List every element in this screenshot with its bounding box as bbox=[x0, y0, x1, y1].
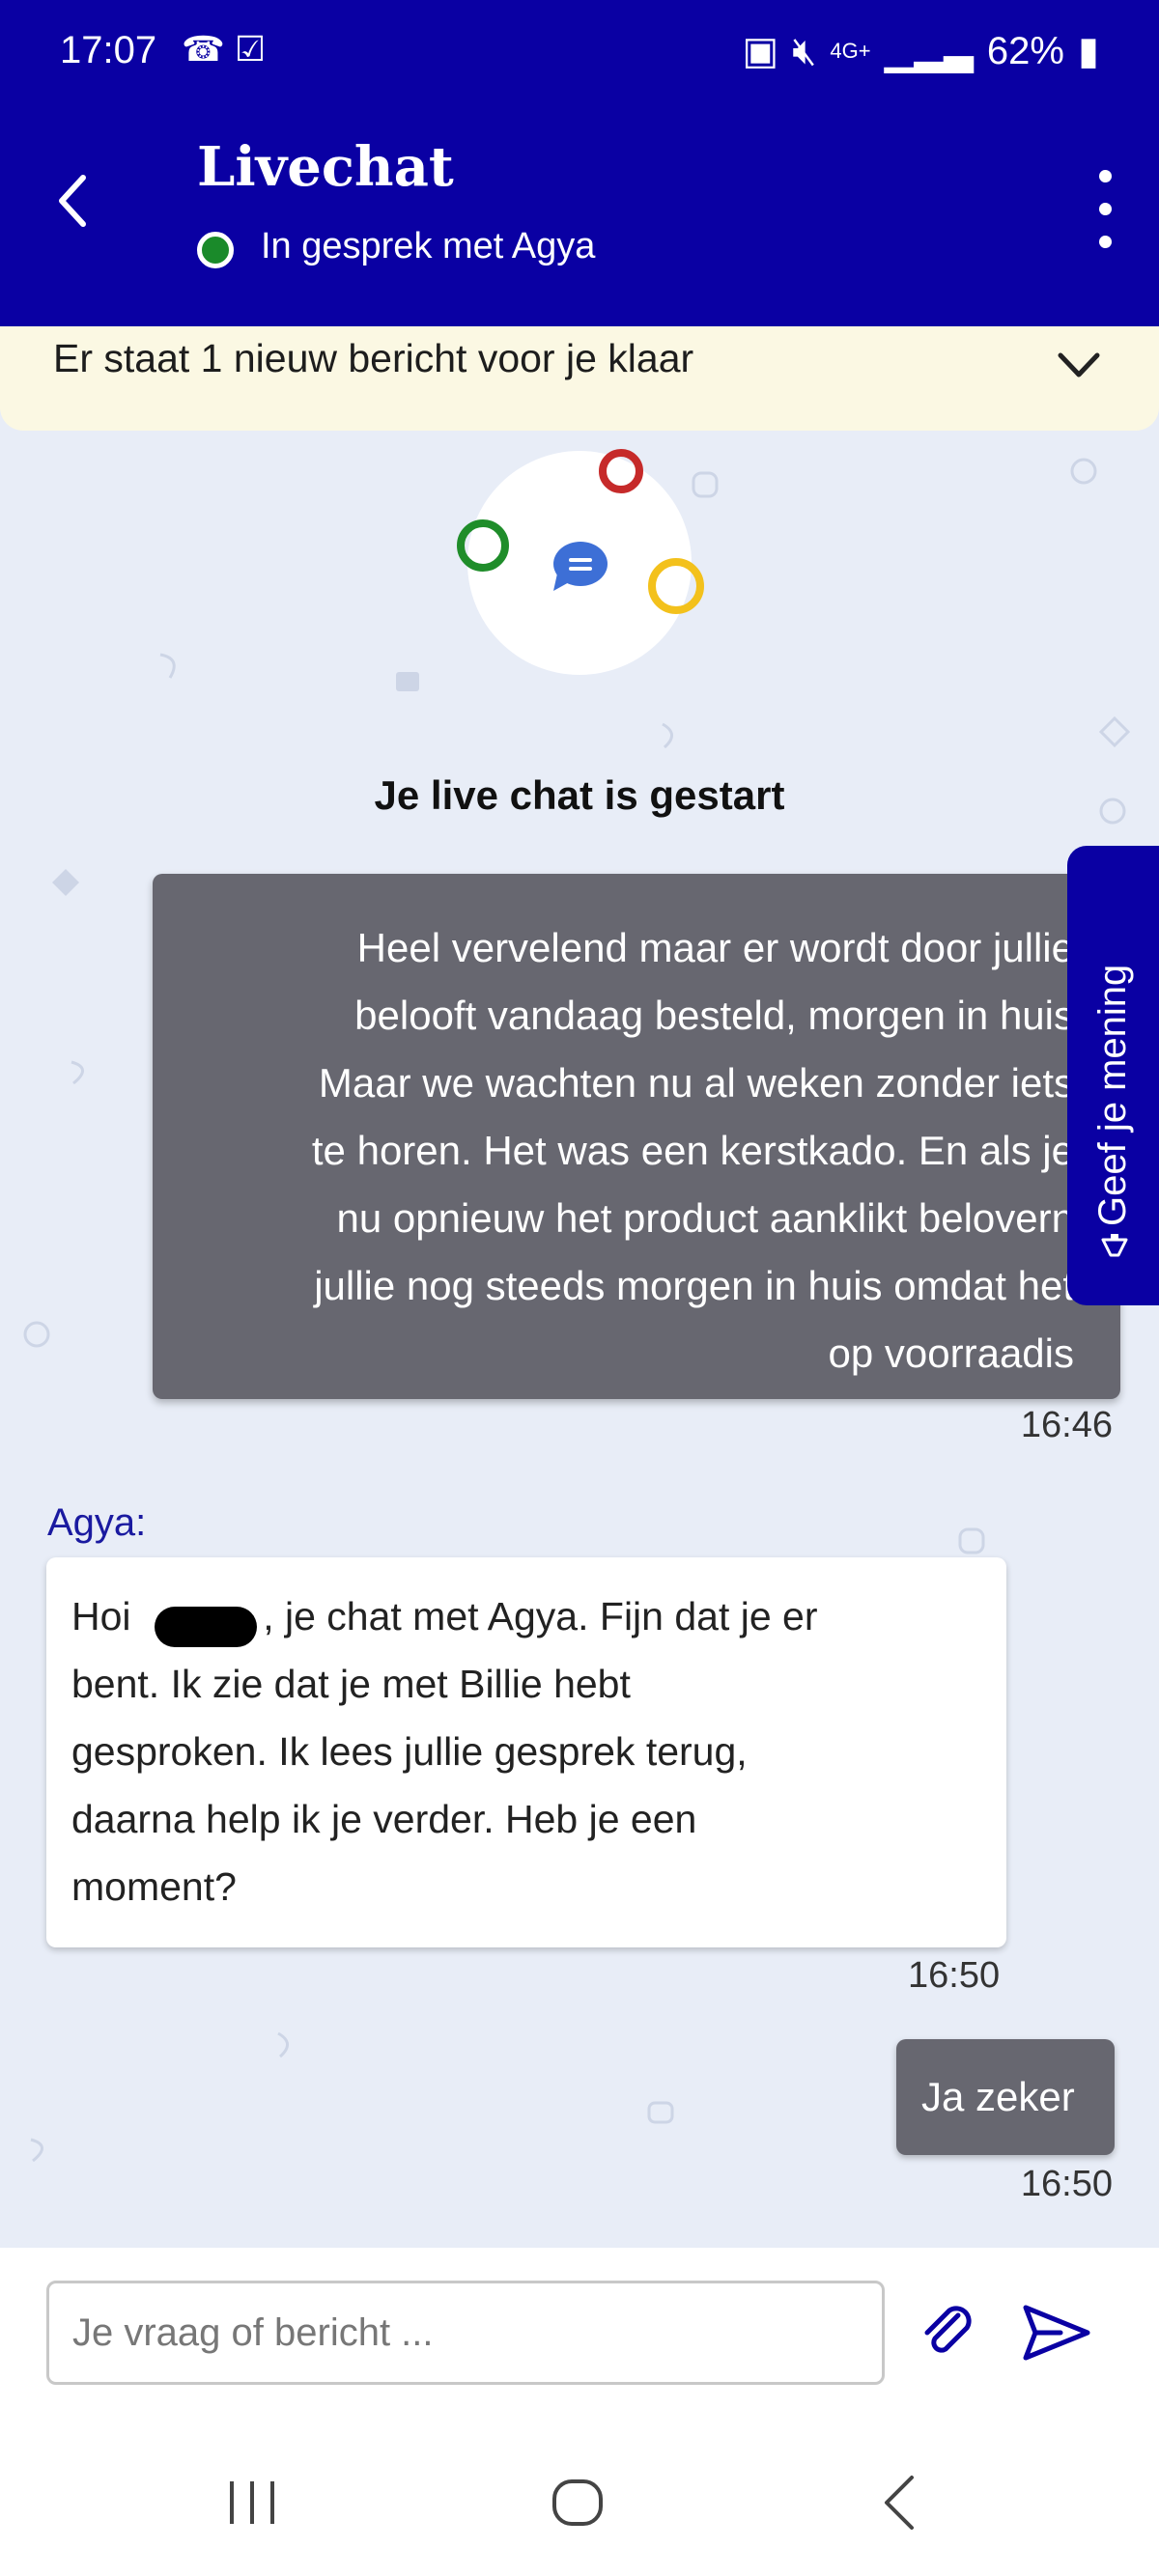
doodle-icon bbox=[1070, 458, 1097, 485]
page-title: Livechat bbox=[197, 135, 454, 199]
doodle-icon bbox=[30, 2138, 43, 2163]
send-icon[interactable] bbox=[1020, 2302, 1093, 2364]
doodle-icon bbox=[277, 2031, 289, 2058]
message-timestamp: 16:50 bbox=[908, 1955, 1001, 1996]
chat-started-title: Je live chat is gestart bbox=[374, 772, 785, 818]
yellow-ring-icon bbox=[648, 558, 704, 614]
more-menu-icon[interactable] bbox=[1086, 168, 1124, 251]
redacted-name-blob bbox=[155, 1607, 257, 1647]
red-ring-icon bbox=[599, 449, 643, 493]
chevron-down-icon[interactable] bbox=[1055, 346, 1103, 384]
back-icon[interactable] bbox=[875, 2472, 923, 2534]
network-type: 4G+ bbox=[830, 39, 871, 63]
status-right-cluster: ▣ 🔇︎ 4G+ ▁▂▃ 62% ▮ bbox=[742, 29, 1099, 73]
status-notification-icons: ☎☑ bbox=[182, 29, 275, 70]
doodle-icon bbox=[71, 1060, 84, 1085]
banner-text: Er staat 1 nieuw bericht voor je klaar bbox=[53, 336, 694, 380]
app-header: 17:07 ☎☑ ▣ 🔇︎ 4G+ ▁▂▃ 62% ▮ Livechat In … bbox=[0, 0, 1159, 326]
feedback-megaphone-icon bbox=[1101, 1234, 1128, 1257]
feedback-tab-label: Geef je mening bbox=[1091, 964, 1134, 1226]
doodle-icon bbox=[159, 653, 176, 679]
signal-icon: ▁▂▃ bbox=[884, 30, 974, 72]
battery-icon: ▮ bbox=[1077, 30, 1099, 72]
agent-name-label: Agya: bbox=[47, 1501, 147, 1544]
doodle-icon bbox=[396, 672, 419, 691]
doodle-icon bbox=[647, 2101, 674, 2124]
online-status-dot bbox=[197, 232, 234, 268]
mute-icon: 🔇︎ bbox=[792, 29, 817, 72]
chat-status-subtitle: In gesprek met Agya bbox=[261, 226, 596, 266]
doodle-icon bbox=[23, 1321, 50, 1348]
message-text: Ja zeker bbox=[921, 2074, 1075, 2119]
doodle-icon bbox=[958, 1527, 985, 1554]
message-text: Heel vervelend maar er wordt door jullie… bbox=[311, 925, 1074, 1376]
green-ring-icon bbox=[457, 519, 509, 572]
user-message-bubble: Ja zeker bbox=[896, 2039, 1115, 2155]
doodle-icon bbox=[692, 471, 719, 498]
message-input[interactable] bbox=[46, 2281, 885, 2385]
check-box-icon: ☑ bbox=[234, 29, 276, 69]
chat-bubble-icon bbox=[553, 542, 608, 591]
user-message-bubble: Heel vervelend maar er wordt door jullie… bbox=[153, 874, 1120, 1399]
battery-level: 62% bbox=[986, 29, 1064, 72]
doodle-icon bbox=[52, 869, 79, 896]
doodle-icon bbox=[1098, 715, 1131, 748]
recents-icon[interactable] bbox=[218, 2478, 286, 2528]
paperclip-icon[interactable] bbox=[914, 2298, 979, 2364]
battery-saver-icon: ▣ bbox=[742, 30, 779, 72]
doodle-icon bbox=[662, 722, 673, 749]
message-timestamp: 16:46 bbox=[1020, 1405, 1113, 1445]
status-time: 17:07 bbox=[60, 29, 157, 71]
message-timestamp: 16:50 bbox=[1020, 2164, 1113, 2204]
missed-call-icon: ☎ bbox=[182, 29, 235, 69]
home-icon[interactable] bbox=[549, 2478, 607, 2528]
back-arrow-icon[interactable] bbox=[54, 172, 93, 230]
